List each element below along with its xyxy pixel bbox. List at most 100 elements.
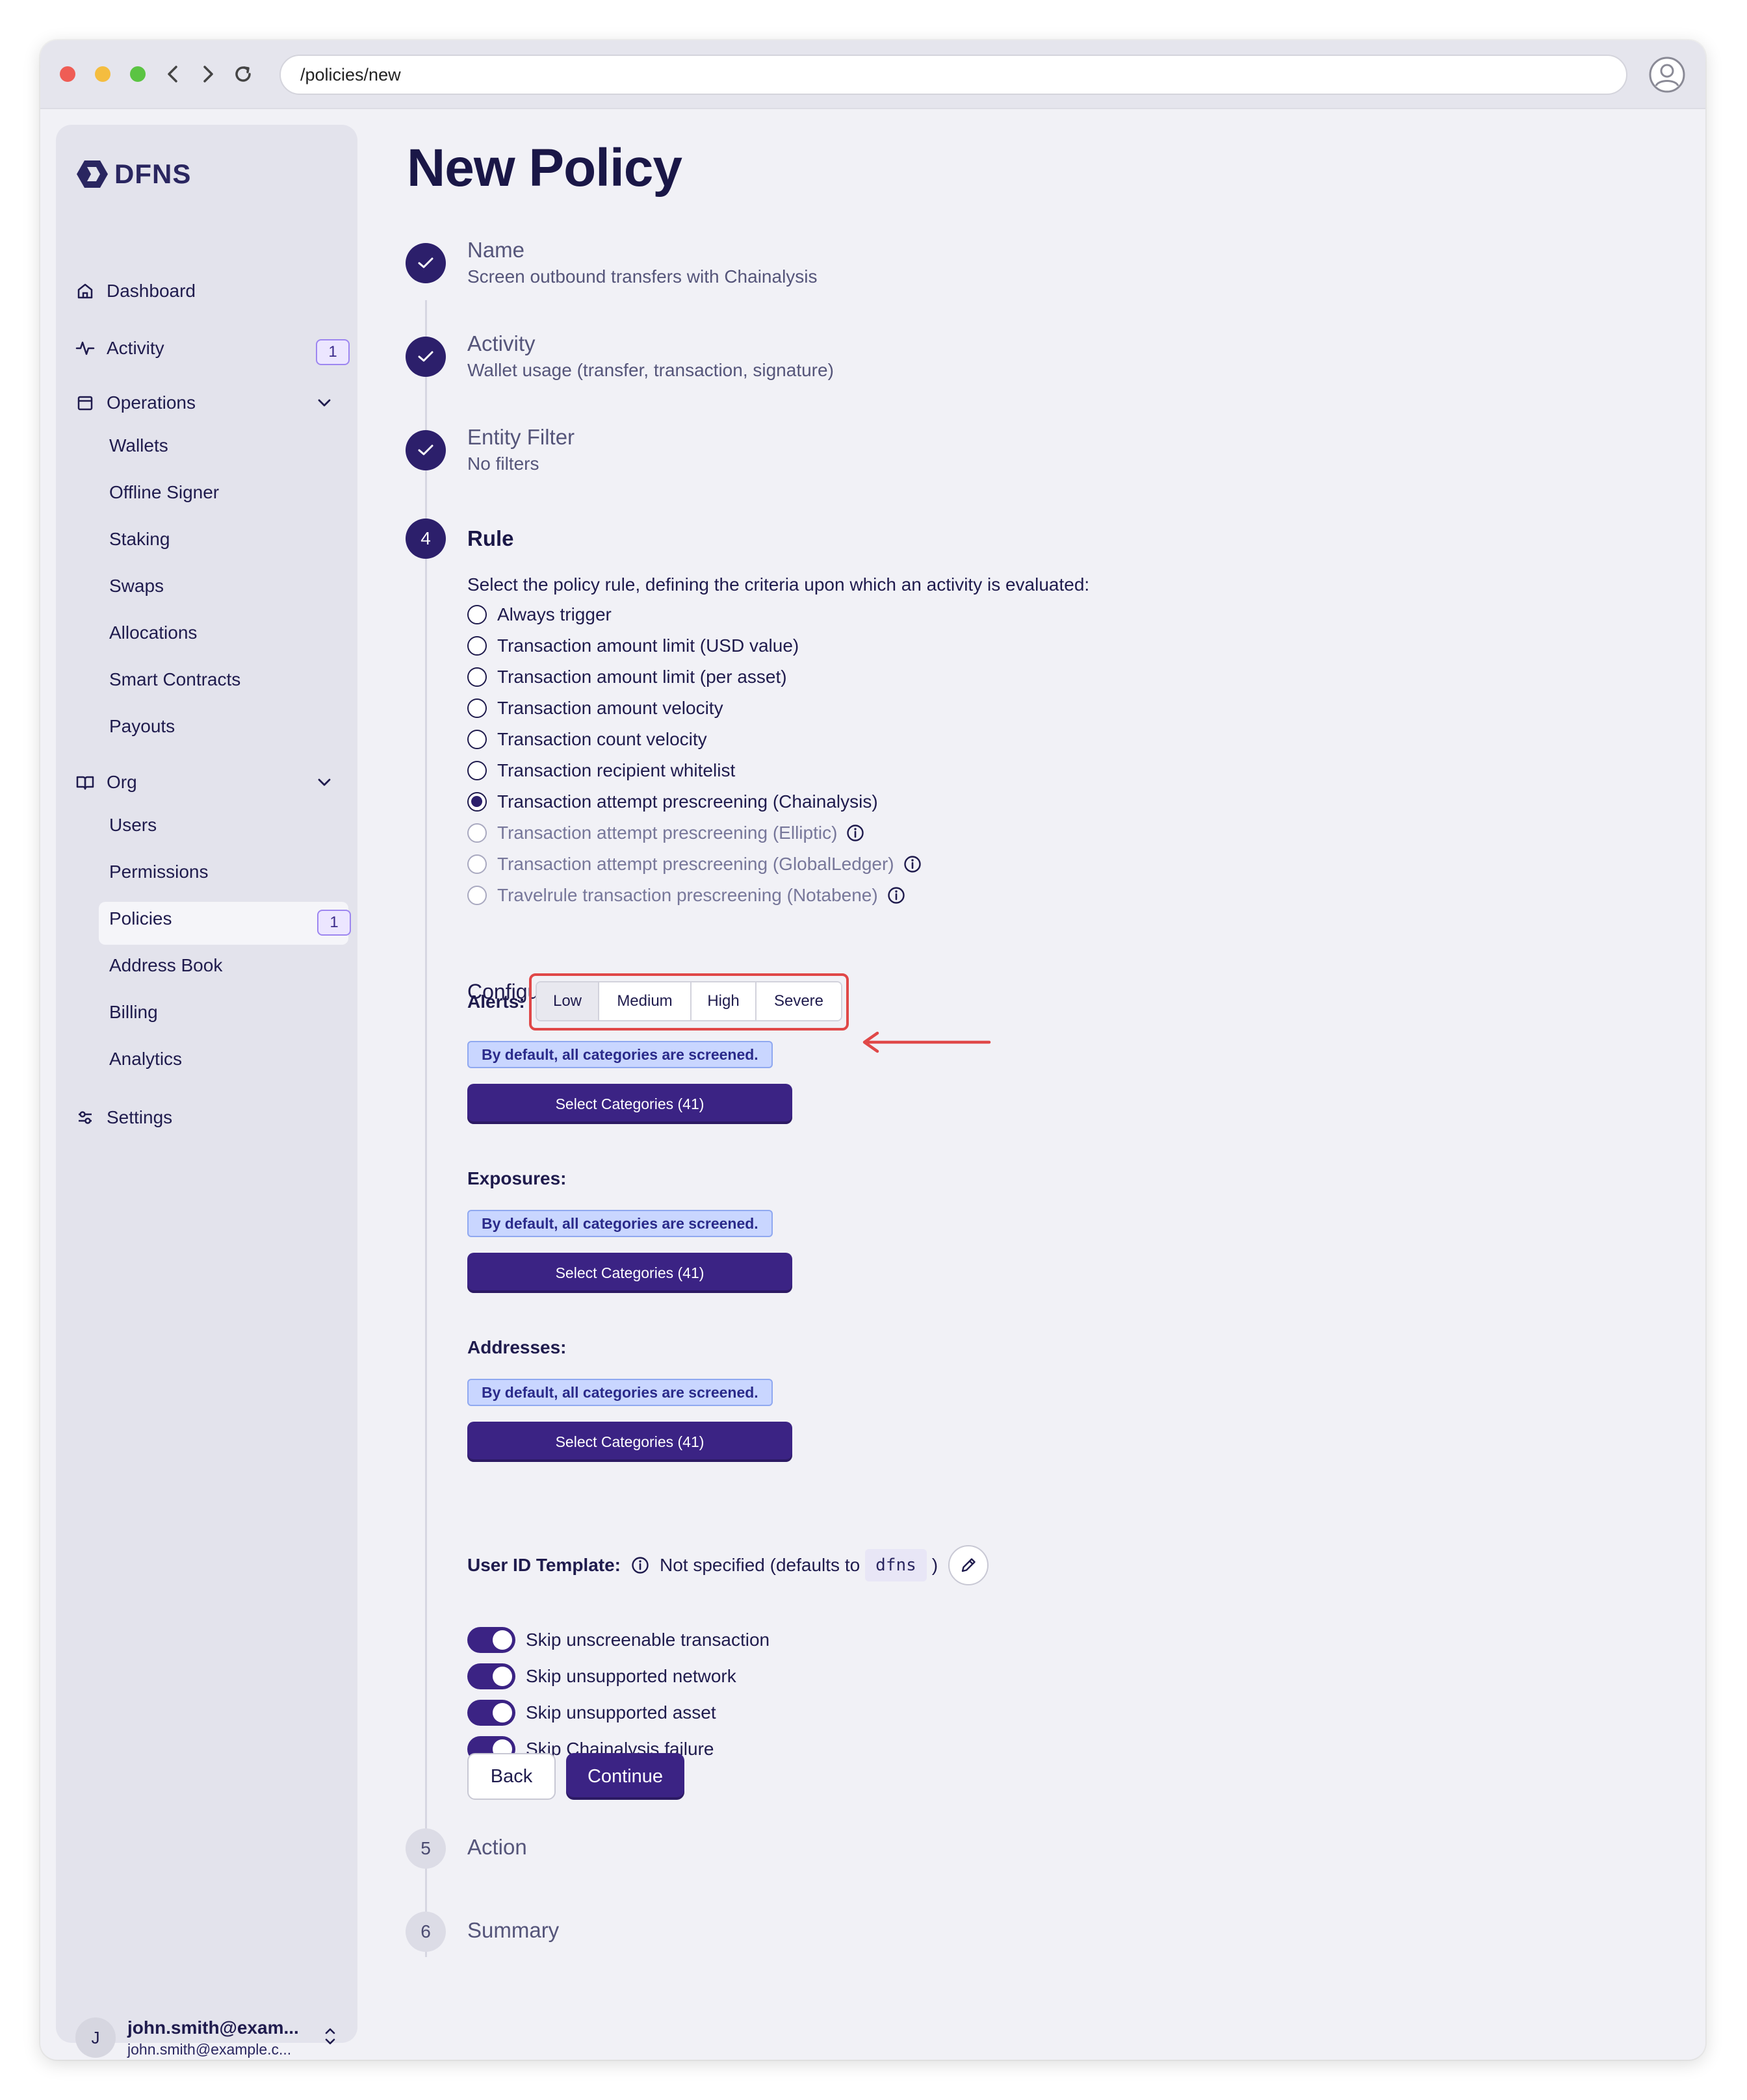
- chevron-down-icon[interactable]: [316, 776, 333, 792]
- url-text: /policies/new: [300, 64, 401, 84]
- forward-arrow-icon[interactable]: [194, 60, 222, 88]
- info-icon[interactable]: [631, 1556, 649, 1574]
- user-id-template-value: Not specified (defaults to: [660, 1555, 861, 1575]
- alert-level-severe[interactable]: Severe: [757, 982, 841, 1020]
- back-button[interactable]: Back: [467, 1753, 556, 1800]
- skip-unsupported-network-toggle-row[interactable]: Skip unsupported network: [467, 1663, 736, 1689]
- rule-option-label: Transaction count velocity: [497, 729, 707, 749]
- sidebar-item-address-book[interactable]: Address Book: [109, 955, 222, 976]
- alert-level-high[interactable]: High: [692, 982, 757, 1020]
- toggle-switch[interactable]: [467, 1700, 515, 1726]
- radio-button[interactable]: [467, 730, 487, 749]
- book-icon: [75, 773, 95, 792]
- step-2-summary: Wallet usage (transfer, transaction, sig…: [467, 360, 834, 380]
- pencil-icon: [961, 1558, 976, 1572]
- sidebar-item-billing[interactable]: Billing: [109, 1002, 158, 1023]
- rule-option-label: Transaction attempt prescreening (Chaina…: [497, 791, 878, 812]
- sidebar-item-analytics[interactable]: Analytics: [109, 1049, 182, 1069]
- sidebar-item-staking[interactable]: Staking: [109, 529, 170, 550]
- sidebar-item-dashboard[interactable]: Dashboard: [75, 281, 196, 301]
- sidebar-item-policies[interactable]: Policies: [109, 908, 172, 929]
- sidebar-item-users[interactable]: Users: [109, 815, 157, 836]
- rule-option-amount-limit-usd[interactable]: Transaction amount limit (USD value): [467, 635, 799, 656]
- radio-button-selected[interactable]: [467, 792, 487, 812]
- annotation-arrow: [862, 1031, 991, 1053]
- sidebar-item-permissions[interactable]: Permissions: [109, 862, 208, 882]
- sidebar-item-payouts[interactable]: Payouts: [109, 716, 175, 737]
- url-bar[interactable]: /policies/new: [279, 55, 1627, 95]
- rule-option-amount-limit-asset[interactable]: Transaction amount limit (per asset): [467, 667, 787, 687]
- rule-option-chainalysis[interactable]: Transaction attempt prescreening (Chaina…: [467, 791, 878, 812]
- profile-icon[interactable]: [1648, 56, 1686, 94]
- user-id-template-default-code: dfns: [865, 1549, 927, 1581]
- dfns-logo[interactable]: DFNS: [75, 159, 191, 190]
- sidebar-item-activity[interactable]: Activity: [75, 338, 164, 359]
- radio-button[interactable]: [467, 605, 487, 624]
- toggle-label: Skip unsupported network: [526, 1666, 736, 1686]
- sidebar-item-allocations[interactable]: Allocations: [109, 622, 197, 643]
- step-5-number: 5: [406, 1828, 446, 1869]
- radio-button-disabled: [467, 823, 487, 843]
- info-icon[interactable]: [846, 824, 864, 842]
- step-2-complete: [406, 337, 446, 377]
- rule-option-label: Transaction attempt prescreening (Ellipt…: [497, 823, 838, 843]
- rule-option-recipient-whitelist[interactable]: Transaction recipient whitelist: [467, 760, 735, 781]
- reload-icon[interactable]: [229, 60, 257, 88]
- user-name: john.smith@exam...: [127, 2017, 299, 2038]
- chevron-down-icon[interactable]: [316, 396, 333, 413]
- rule-option-count-velocity[interactable]: Transaction count velocity: [467, 729, 707, 750]
- skip-unsupported-asset-toggle-row[interactable]: Skip unsupported asset: [467, 1700, 716, 1726]
- rule-option-label: Always trigger: [497, 604, 612, 624]
- skip-unscreenable-toggle-row[interactable]: Skip unscreenable transaction: [467, 1627, 770, 1653]
- exposures-select-categories-button[interactable]: Select Categories (41): [467, 1253, 792, 1293]
- check-icon: [418, 351, 434, 362]
- step-1-title[interactable]: Name: [467, 238, 524, 262]
- step-1-complete: [406, 243, 446, 283]
- sidebar-item-label: Dashboard: [107, 281, 196, 301]
- radio-button[interactable]: [467, 667, 487, 687]
- radio-button[interactable]: [467, 636, 487, 656]
- sidebar-item-wallets[interactable]: Wallets: [109, 435, 168, 456]
- sliders-icon: [75, 1108, 95, 1127]
- alert-level-medium[interactable]: Medium: [599, 982, 692, 1020]
- continue-button[interactable]: Continue: [566, 1753, 684, 1800]
- rule-intro-text: Select the policy rule, defining the cri…: [467, 574, 1090, 595]
- alerts-default-note: By default, all categories are screened.: [467, 1041, 773, 1068]
- user-account-switcher[interactable]: J john.smith@exam... john.smith@example.…: [75, 2014, 338, 2060]
- rule-option-label: Transaction amount velocity: [497, 698, 723, 718]
- step-1-summary: Screen outbound transfers with Chainalys…: [467, 266, 818, 287]
- policies-count-badge: 1: [317, 910, 351, 936]
- dfns-logo-icon: [77, 160, 108, 188]
- info-icon[interactable]: [903, 855, 922, 873]
- sidebar-item-smart-contracts[interactable]: Smart Contracts: [109, 669, 240, 690]
- alerts-select-categories-button[interactable]: Select Categories (41): [467, 1084, 792, 1124]
- rule-option-amount-velocity[interactable]: Transaction amount velocity: [467, 698, 723, 719]
- close-window-button[interactable]: [60, 66, 75, 82]
- sidebar-item-offline-signer[interactable]: Offline Signer: [109, 482, 219, 503]
- rule-option-always-trigger[interactable]: Always trigger: [467, 604, 612, 625]
- addresses-select-categories-button[interactable]: Select Categories (41): [467, 1422, 792, 1462]
- sidebar-item-org[interactable]: Org: [75, 772, 137, 793]
- activity-pulse-icon: [75, 339, 95, 358]
- radio-button[interactable]: [467, 698, 487, 718]
- check-icon: [418, 444, 434, 455]
- sidebar-item-settings[interactable]: Settings: [75, 1107, 172, 1128]
- rule-option-label: Transaction amount limit (per asset): [497, 667, 787, 687]
- edit-user-id-template-button[interactable]: [948, 1545, 989, 1585]
- sidebar-item-operations[interactable]: Operations: [75, 392, 196, 413]
- minimize-window-button[interactable]: [95, 66, 110, 82]
- info-icon[interactable]: [887, 886, 905, 904]
- step-6-number: 6: [406, 1912, 446, 1952]
- toggle-label: Skip unsupported asset: [526, 1702, 716, 1722]
- user-id-template-row: User ID Template: Not specified (default…: [467, 1544, 989, 1587]
- back-arrow-icon[interactable]: [159, 60, 187, 88]
- radio-button[interactable]: [467, 761, 487, 780]
- alert-level-low[interactable]: Low: [537, 982, 599, 1020]
- toggle-switch[interactable]: [467, 1663, 515, 1689]
- step-2-title[interactable]: Activity: [467, 331, 536, 356]
- maximize-window-button[interactable]: [130, 66, 146, 82]
- step-3-title[interactable]: Entity Filter: [467, 425, 575, 450]
- toggle-switch[interactable]: [467, 1627, 515, 1653]
- sidebar-item-swaps[interactable]: Swaps: [109, 576, 164, 596]
- user-email: john.smith@example.c...: [127, 2040, 292, 2058]
